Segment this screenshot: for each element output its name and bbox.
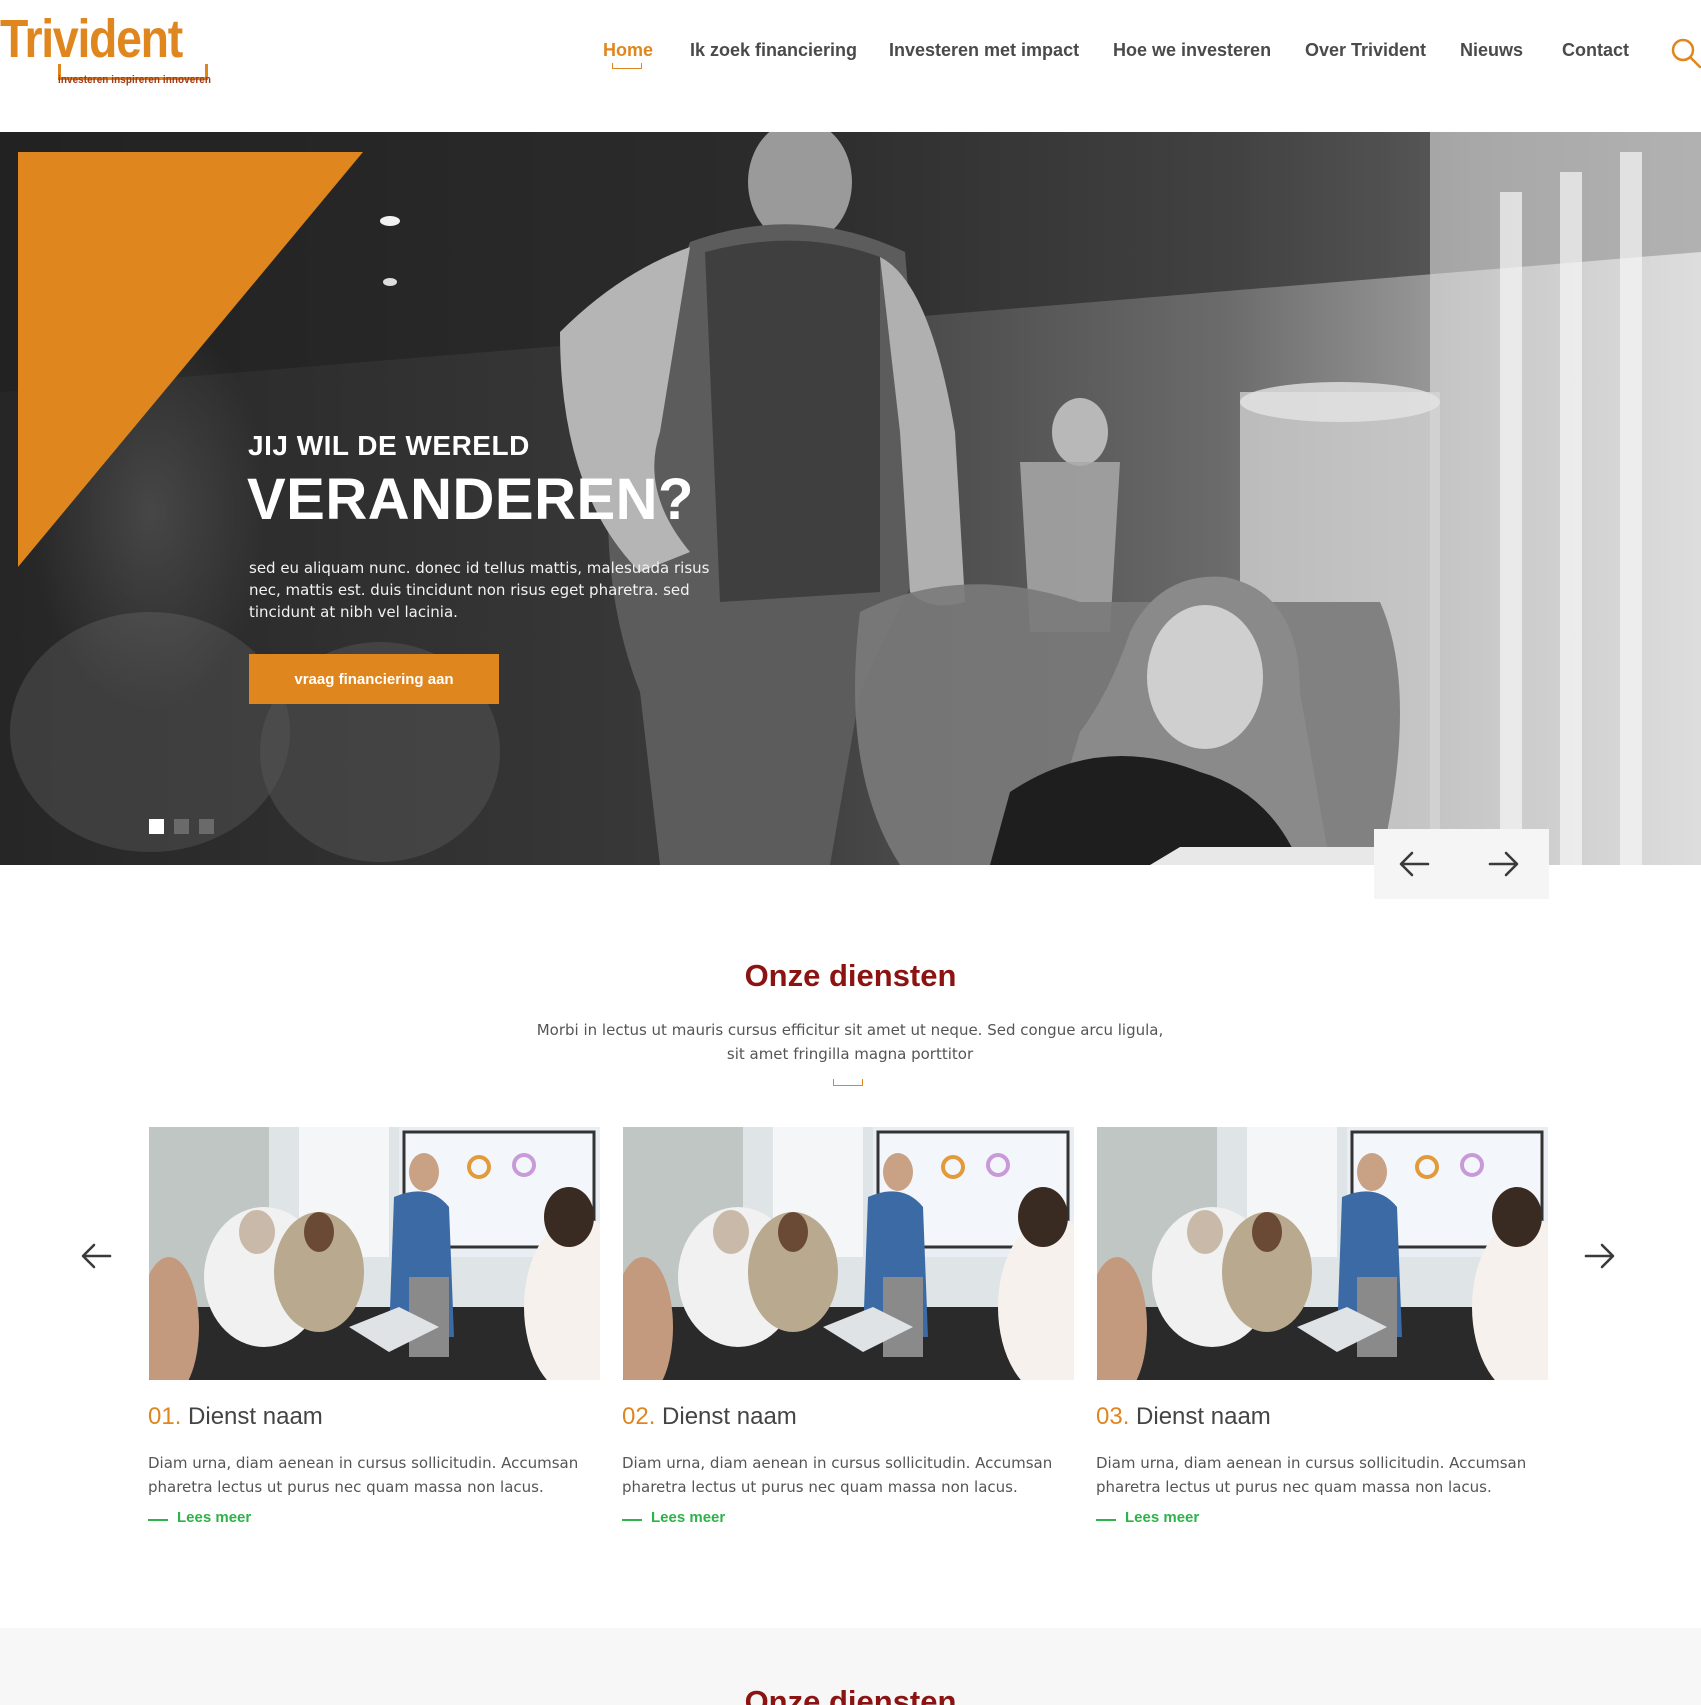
search-icon[interactable] (1670, 37, 1701, 69)
slider-dot-1[interactable] (149, 819, 164, 834)
service-card-name: Dienst naam (1136, 1403, 1271, 1430)
hero-slider: JIJ WIL DE WERELD VERANDEREN? sed eu ali… (0, 132, 1701, 865)
read-more-label: Lees meer (1125, 1509, 1200, 1526)
services-next-button[interactable] (1580, 1236, 1620, 1276)
nav-item-contact[interactable]: Contact (1562, 40, 1629, 61)
nav-item-nieuws[interactable]: Nieuws (1460, 40, 1523, 61)
services-prev-button[interactable] (76, 1236, 116, 1276)
hero-next-button[interactable] (1464, 829, 1544, 899)
service-card-title: 02. Dienst naam (622, 1403, 797, 1431)
read-more-line (148, 1519, 168, 1521)
service-card-description: Diam urna, diam aenean in cursus sollici… (148, 1454, 579, 1496)
services-title: Onze diensten (744, 958, 957, 993)
logo-wordmark: Trivident (0, 9, 183, 69)
second-section-title: Onze diensten (744, 1684, 957, 1705)
services-title-mark (833, 1079, 863, 1086)
read-more-label: Lees meer (651, 1509, 726, 1526)
nav-item-hoe-we-investeren[interactable]: Hoe we investeren (1113, 40, 1271, 61)
slider-dot-2[interactable] (174, 819, 189, 834)
trivident-logo[interactable]: Trivident investeren inspireren innovere… (0, 8, 215, 90)
hero-prev-button[interactable] (1374, 829, 1454, 899)
service-card-description: Diam urna, diam aenean in cursus sollici… (1096, 1454, 1527, 1496)
service-card-image[interactable] (149, 1127, 600, 1380)
hero-arrow-controls (1374, 829, 1549, 899)
nav-item-home[interactable]: Home (603, 40, 653, 61)
service-card-title: 03. Dienst naam (1096, 1403, 1271, 1431)
arrow-left-icon (81, 1243, 112, 1269)
service-card-name: Dienst naam (188, 1403, 323, 1430)
nav-item-investeren-met-impact[interactable]: Investeren met impact (889, 40, 1079, 61)
arrow-right-icon (1584, 1243, 1615, 1269)
arrow-left-icon (1399, 851, 1430, 877)
service-card-number: 03. (1096, 1403, 1130, 1430)
active-nav-indicator (612, 63, 642, 69)
hero-text: sed eu aliquam nunc. donec id tellus mat… (249, 559, 710, 621)
hero-kicker: JIJ WIL DE WERELD (248, 430, 530, 461)
logo-tagline: investeren inspireren innoveren (58, 74, 211, 86)
read-more-line (1096, 1519, 1116, 1521)
read-more-label: Lees meer (177, 1509, 252, 1526)
service-card-number: 02. (622, 1403, 656, 1430)
service-card-name: Dienst naam (662, 1403, 797, 1430)
site-header: Trivident investeren inspireren innovere… (0, 0, 1701, 132)
slider-dot-3[interactable] (199, 819, 214, 834)
request-financing-button[interactable]: vraag financiering aan (249, 654, 499, 704)
second-services-section: Onze diensten (0, 1628, 1701, 1705)
service-card-image[interactable] (1097, 1127, 1548, 1380)
nav-item-over-trivident[interactable]: Over Trivident (1305, 40, 1426, 61)
arrow-right-icon (1488, 851, 1519, 877)
nav-item-ik-zoek-financiering[interactable]: Ik zoek financiering (690, 40, 857, 61)
services-subtitle: Morbi in lectus ut mauris cursus efficit… (536, 1021, 1164, 1063)
service-card-number: 01. (148, 1403, 182, 1430)
service-card-image[interactable] (623, 1127, 1074, 1380)
service-card-description: Diam urna, diam aenean in cursus sollici… (622, 1454, 1053, 1496)
read-more-line (622, 1519, 642, 1521)
service-card-title: 01. Dienst naam (148, 1403, 323, 1431)
hero-title: VERANDEREN? (247, 467, 694, 532)
